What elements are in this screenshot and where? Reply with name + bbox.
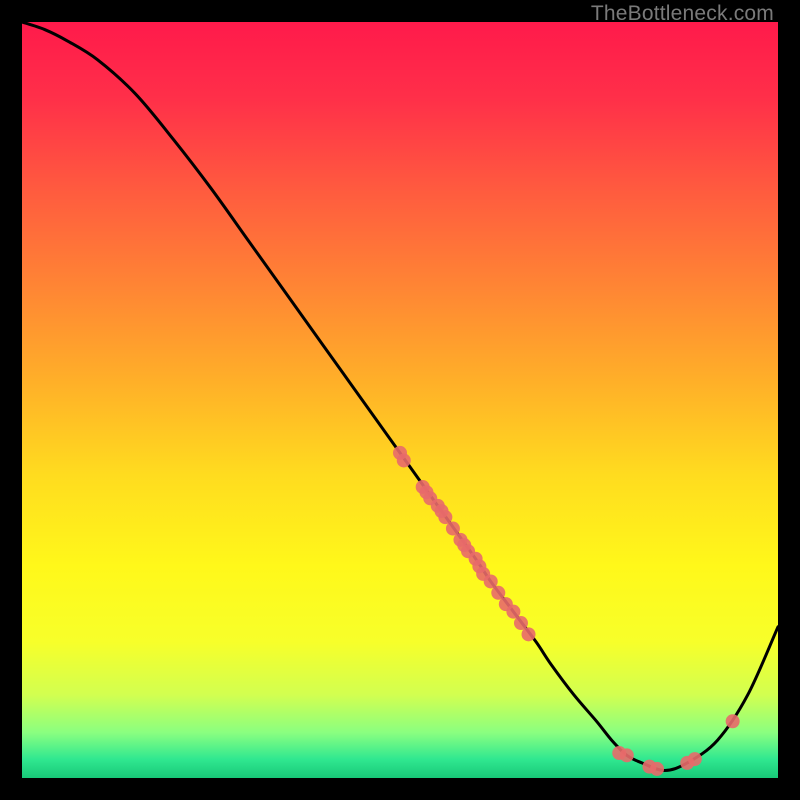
- bottleneck-chart: [22, 22, 778, 778]
- data-marker: [726, 714, 740, 728]
- data-marker: [688, 752, 702, 766]
- data-marker: [522, 627, 536, 641]
- data-marker: [650, 762, 664, 776]
- chart-frame: [22, 22, 778, 778]
- gradient-background: [22, 22, 778, 778]
- data-marker: [397, 453, 411, 467]
- data-marker: [620, 748, 634, 762]
